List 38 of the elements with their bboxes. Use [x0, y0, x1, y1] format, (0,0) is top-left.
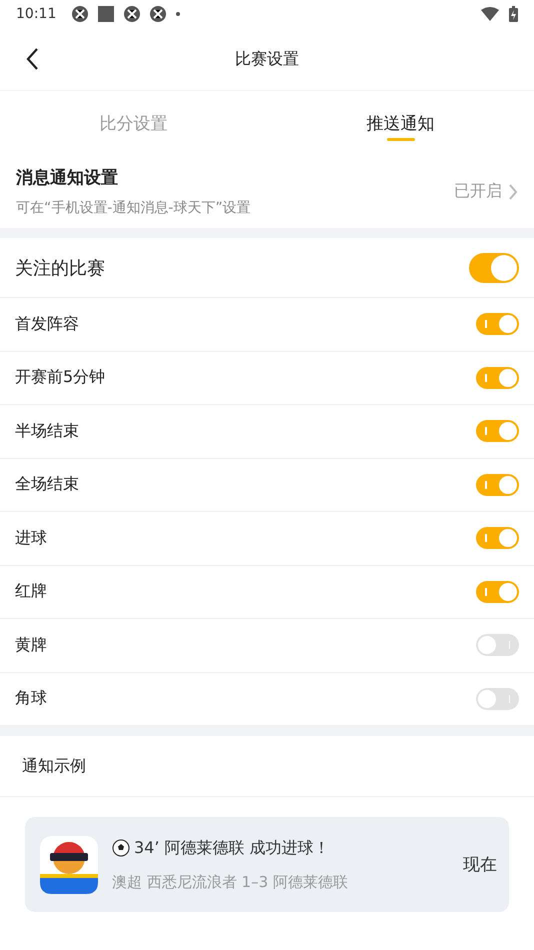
- setting-label: 首发阵容: [15, 314, 79, 335]
- toggle-switch[interactable]: [476, 688, 519, 710]
- toggle-switch[interactable]: [476, 580, 519, 603]
- toggle-switch[interactable]: [476, 420, 519, 442]
- app-notification-icon: [124, 6, 140, 22]
- toggle-switch[interactable]: [476, 527, 519, 550]
- tab[interactable]: 推送通知: [267, 91, 534, 155]
- app-notification-icon: [150, 6, 166, 22]
- setting-label: 半场结束: [15, 420, 79, 442]
- notification-time: 现在: [463, 854, 497, 876]
- status-text: 已开启: [454, 181, 502, 202]
- toggle-switch[interactable]: [469, 252, 519, 282]
- section-title: 消息通知设置: [16, 167, 119, 189]
- chevron-right-icon: [508, 182, 518, 200]
- setting-label: 黄牌: [15, 634, 47, 656]
- status-time: 10:11: [16, 6, 56, 22]
- battery-icon: [509, 6, 518, 22]
- setting-label: 进球: [15, 528, 47, 549]
- page-title: 比赛设置: [235, 48, 299, 70]
- toggle-switch[interactable]: [476, 634, 519, 656]
- square-icon: [98, 6, 114, 22]
- section-title: 通知示例: [22, 756, 86, 776]
- hint-text: 可在“手机设置-通知消息-球天下”设置: [16, 199, 252, 217]
- setting-label: 关注的比赛: [15, 256, 105, 280]
- notification-detail: 澳超 西悉尼流浪者 1–3 阿德莱德联: [112, 872, 349, 892]
- setting-label: 全场结束: [15, 474, 79, 496]
- toggle-switch[interactable]: [476, 366, 519, 389]
- app-notification-icon: [72, 6, 88, 22]
- dot-icon: [176, 12, 180, 16]
- toggle-switch[interactable]: [476, 313, 519, 336]
- notification-headline: 34’ 阿德莱德联 成功进球！: [134, 838, 330, 858]
- setting-label: 角球: [15, 688, 47, 710]
- wifi-icon: [481, 7, 499, 21]
- setting-label: 红牌: [15, 581, 47, 602]
- soccer-ball-icon: [112, 839, 130, 857]
- setting-label: 开赛前5分钟: [15, 367, 106, 388]
- toggle-switch[interactable]: [476, 474, 519, 496]
- app-logo-icon: [40, 836, 98, 894]
